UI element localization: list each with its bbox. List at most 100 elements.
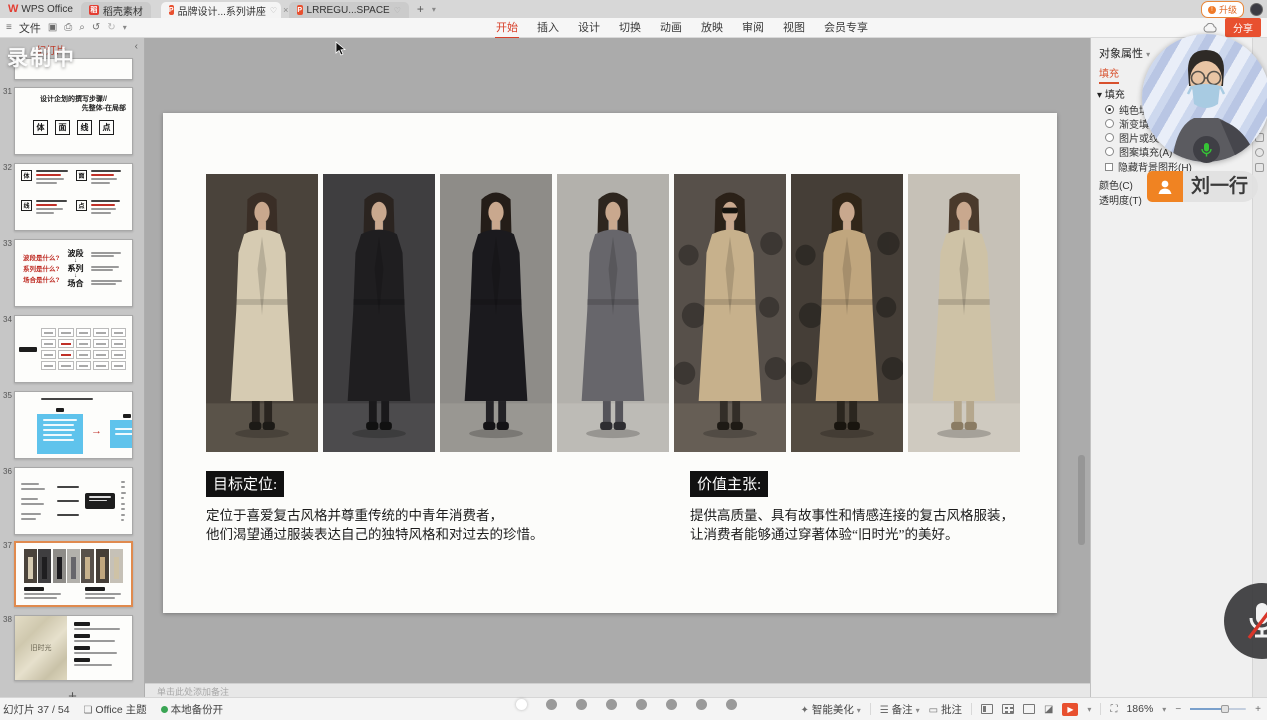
clock-icon[interactable] — [1255, 148, 1264, 157]
panel-title[interactable]: 对象属性 ▾ — [1099, 45, 1150, 61]
arrow-icon: → — [91, 425, 102, 437]
value-proposition-text[interactable]: 提供高质量、具有故事性和情感连接的复古风格服装， 让消费者能够通过穿著体验“旧时… — [690, 506, 1014, 544]
page-dot[interactable] — [636, 699, 647, 710]
radio-icon[interactable] — [1105, 147, 1114, 156]
tab-other-doc[interactable]: P LRREGU...SPACE ♡ — [289, 2, 409, 18]
page-dot[interactable] — [726, 699, 737, 710]
fill-section-header[interactable]: ▾ 填充 — [1097, 86, 1125, 101]
radio-icon[interactable] — [1105, 105, 1114, 114]
comment-icon: ▭ — [929, 705, 938, 716]
theme-button[interactable]: ❏ Office 主题 — [84, 702, 147, 717]
save-icon[interactable]: ▣ — [48, 22, 57, 33]
reading-view-icon[interactable] — [1023, 704, 1035, 714]
color-setting[interactable]: 颜色(C) — [1099, 177, 1133, 192]
runway-photo-2[interactable] — [323, 174, 435, 452]
file-menu[interactable]: 文件 — [19, 20, 41, 36]
tab-review[interactable]: 审阅 — [741, 17, 765, 39]
tab-design[interactable]: 设计 — [577, 17, 601, 39]
smart-beautify-button[interactable]: ✦ 智能美化 ▾ — [801, 702, 861, 717]
page-dot[interactable] — [546, 699, 557, 710]
slide-37[interactable]: 目标定位: 定位于喜爱复古风格并尊重传统的中青年消费者， 他们渴望通过服装表达自… — [163, 113, 1057, 613]
quickbar-chevron-icon[interactable]: ▾ — [123, 23, 127, 32]
share-button[interactable]: 分享 — [1225, 18, 1261, 37]
slide-sorter-view-icon[interactable] — [1002, 704, 1014, 714]
new-tab-button[interactable]: + — [417, 2, 424, 16]
normal-view-icon[interactable] — [981, 704, 993, 714]
microphone-icon — [1200, 142, 1213, 158]
zoom-chevron-icon[interactable]: ▾ — [1162, 705, 1166, 714]
local-backup-status[interactable]: 本地备份开 — [161, 702, 224, 717]
slide-panel: 幻灯片 ‹ 31 设计企划的撰写步骤// 先整体-在局部 体 面 线 点 32 — [0, 38, 145, 697]
docer-icon: 稻 — [89, 5, 99, 15]
canvas-scrollbar[interactable] — [1078, 455, 1085, 545]
fill-tab[interactable]: 填充 — [1099, 65, 1119, 84]
runway-photo-5[interactable] — [674, 174, 786, 452]
tab-transition[interactable]: 切换 — [618, 17, 642, 39]
page-dot[interactable] — [576, 699, 587, 710]
runway-photo-1[interactable] — [206, 174, 318, 452]
runway-photo-7[interactable] — [908, 174, 1020, 452]
checkbox-icon[interactable] — [1105, 163, 1113, 171]
theme-palette-icon[interactable]: ◪ — [1044, 704, 1053, 715]
notes-bar[interactable]: 单击此处添加备注 — [145, 683, 1090, 697]
person-icon — [1147, 171, 1183, 202]
tab-docer[interactable]: 稻 稻壳素材 — [81, 2, 151, 18]
theme-icon: ❏ — [84, 705, 93, 716]
tab-slideshow[interactable]: 放映 — [700, 17, 724, 39]
preview-icon[interactable]: ⌕ — [79, 22, 85, 33]
upgrade-button[interactable]: ! 升级 — [1201, 1, 1244, 18]
ppt-file-icon: P — [297, 5, 303, 15]
editing-canvas[interactable]: 目标定位: 定位于喜爱复古风格并尊重传统的中青年消费者， 他们渴望通过服装表达自… — [145, 38, 1090, 683]
print-icon[interactable]: ⎙ — [64, 22, 72, 33]
app-logo-tab[interactable]: W WPS Office — [0, 0, 81, 18]
target-positioning-text[interactable]: 定位于喜爱复古风格并尊重传统的中青年消费者， 他们渴望通过服装表达自己的独特风格… — [206, 506, 544, 544]
undo-icon[interactable]: ↺ — [92, 22, 100, 33]
page-dot[interactable] — [666, 699, 677, 710]
photo-strip — [206, 174, 1020, 452]
tab-list-chevron-icon[interactable]: ▾ — [432, 5, 436, 14]
presenter-nametag: 刘一行 — [1147, 171, 1258, 202]
pagination-dots — [516, 699, 737, 710]
upgrade-icon: ! — [1208, 6, 1216, 14]
pin-icon[interactable]: ♡ — [270, 6, 277, 15]
zoom-level[interactable]: 186% — [1126, 703, 1153, 715]
notes-button[interactable]: ☰ 备注 ▾ — [880, 702, 920, 717]
zoom-in-button[interactable]: + — [1255, 704, 1261, 715]
transparency-setting[interactable]: 透明度(T) — [1099, 192, 1142, 207]
target-positioning-label[interactable]: 目标定位: — [206, 471, 284, 497]
close-tab-icon[interactable]: × — [283, 5, 288, 15]
page-dot[interactable] — [606, 699, 617, 710]
pattern-fill-option[interactable]: 图案填充(A) — [1105, 144, 1172, 159]
runway-photo-3[interactable] — [440, 174, 552, 452]
redo-icon[interactable]: ↻ — [107, 22, 115, 33]
mouse-cursor — [335, 41, 346, 56]
runway-photo-6[interactable] — [791, 174, 903, 452]
slideshow-play-button[interactable]: ▶ — [1062, 703, 1078, 716]
radio-icon[interactable] — [1105, 133, 1114, 142]
collapse-panel-icon[interactable]: ‹ — [135, 41, 138, 52]
hamburger-icon[interactable]: ≡ — [6, 22, 12, 33]
tab-home[interactable]: 开始 — [495, 17, 519, 39]
chevron-down-icon: ▾ — [1146, 50, 1150, 59]
cloud-upload-icon[interactable] — [1203, 23, 1217, 33]
zoom-out-button[interactable]: − — [1175, 704, 1181, 715]
pin-icon[interactable]: ♡ — [394, 6, 401, 15]
page-dot[interactable] — [516, 699, 527, 710]
value-proposition-label[interactable]: 价值主张: — [690, 471, 768, 497]
play-options-chevron-icon[interactable]: ▾ — [1087, 705, 1091, 714]
tab-insert[interactable]: 插入 — [536, 17, 560, 39]
account-avatar[interactable] — [1250, 3, 1263, 16]
fit-slide-icon[interactable]: ⛶ — [1110, 704, 1117, 715]
titlebar: W WPS Office 稻 稻壳素材 P 品牌设计...系列讲座 ♡ × P … — [0, 0, 1267, 18]
mic-on-button[interactable] — [1193, 136, 1220, 163]
tab-animation[interactable]: 动画 — [659, 17, 683, 39]
page-dot[interactable] — [696, 699, 707, 710]
zoom-slider[interactable] — [1190, 708, 1246, 710]
runway-photo-4[interactable] — [557, 174, 669, 452]
tab-member[interactable]: 会员专享 — [823, 17, 869, 39]
comments-button[interactable]: ▭ 批注 — [929, 702, 962, 717]
tab-current-doc[interactable]: P 品牌设计...系列讲座 ♡ × — [161, 2, 281, 18]
notes-icon: ☰ — [880, 705, 889, 716]
radio-icon[interactable] — [1105, 119, 1114, 128]
tab-view[interactable]: 视图 — [782, 17, 806, 39]
